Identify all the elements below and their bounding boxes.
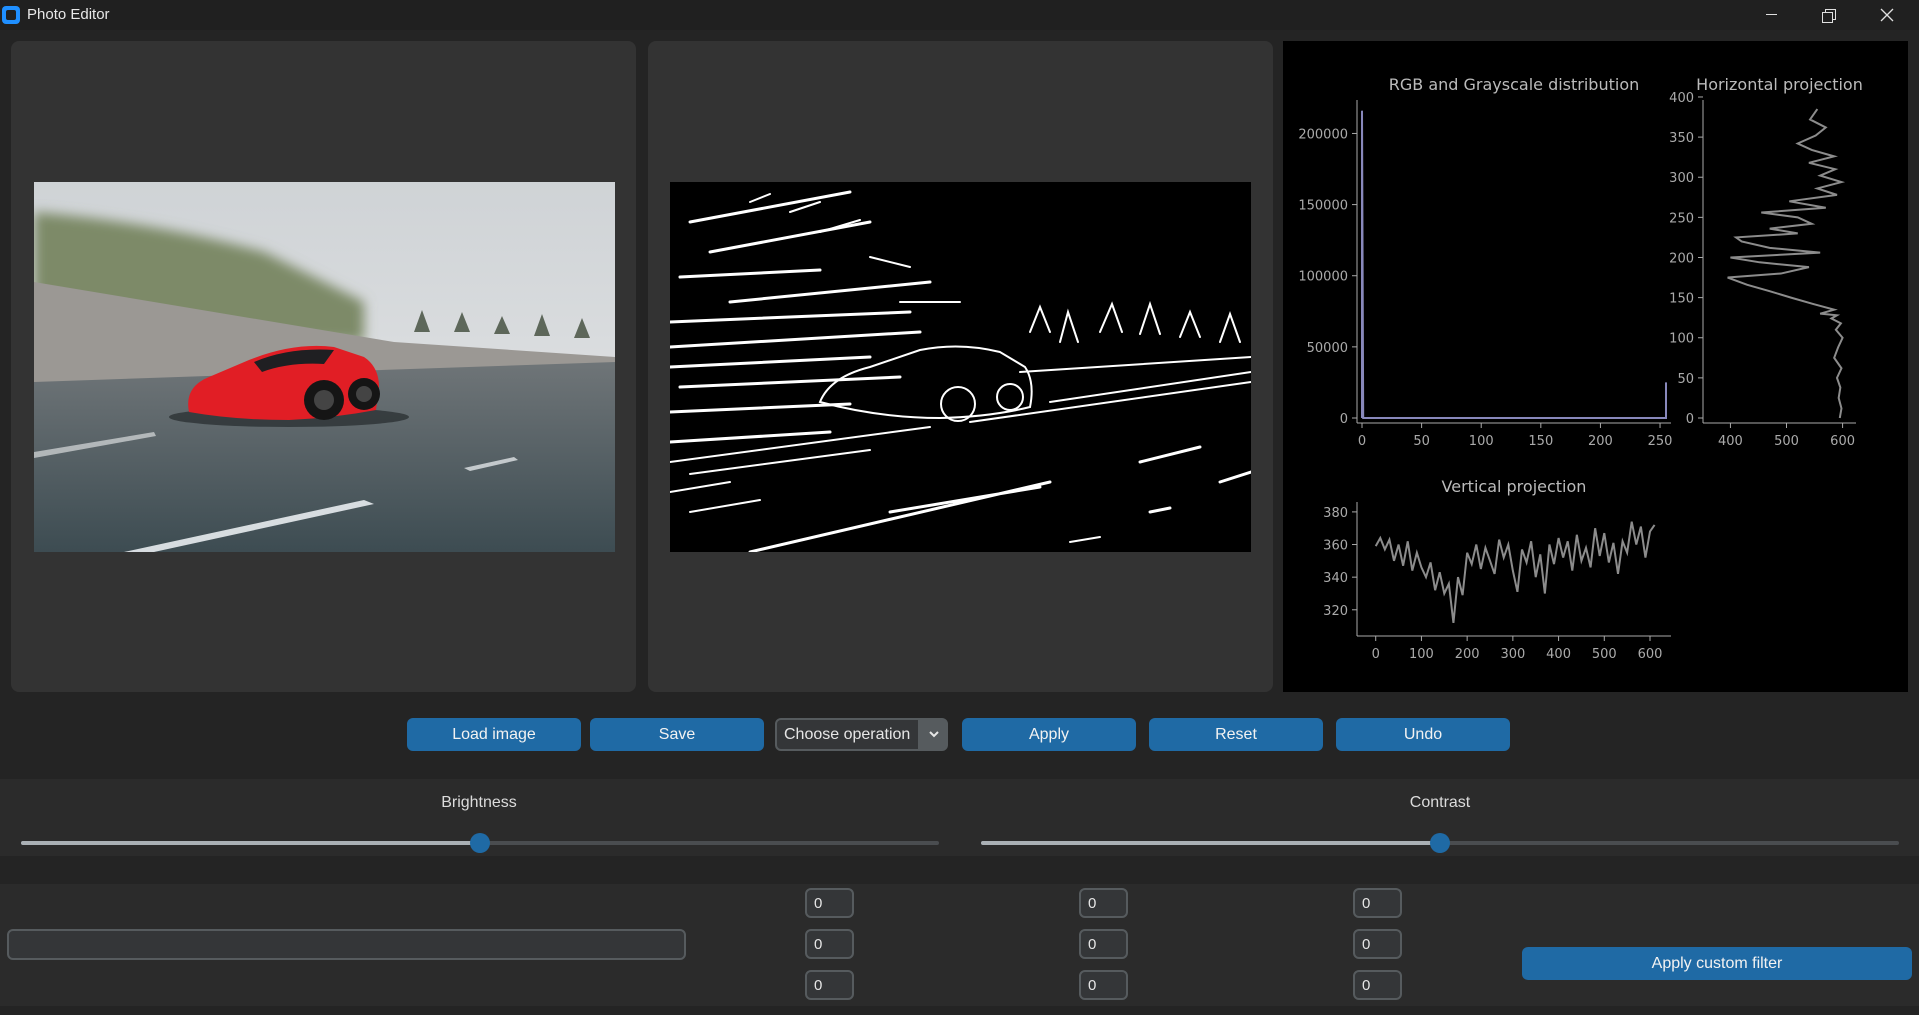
- original-image-panel: [11, 41, 636, 692]
- y-tick-label: 50000: [1307, 341, 1348, 356]
- kernel-input-r3c3[interactable]: 0: [1353, 970, 1402, 1000]
- save-button[interactable]: Save: [590, 718, 764, 751]
- apply-button[interactable]: Apply: [962, 718, 1136, 751]
- y-tick-label: 150: [1669, 292, 1694, 307]
- y-tick-label: 0: [1686, 412, 1694, 427]
- kernel-input-r2c2[interactable]: 0: [1079, 929, 1128, 959]
- x-tick-label: 500: [1592, 647, 1617, 662]
- kernel-input-r3c2[interactable]: 0: [1079, 970, 1128, 1000]
- series-line-0: [1374, 521, 1656, 623]
- kernel-input-r2c3[interactable]: 0: [1353, 929, 1402, 959]
- series-line-0: [1727, 108, 1846, 419]
- brightness-slider-fill: [21, 841, 480, 845]
- x-tick-label: 0: [1372, 647, 1380, 662]
- x-tick-label: 250: [1648, 434, 1673, 449]
- chart-1: Horizontal projection400 500 6000501001502…: [1669, 75, 1863, 449]
- adjustments-frame: Brightness Contrast: [0, 779, 1919, 856]
- y-tick-label: 340: [1323, 571, 1348, 586]
- x-tick-label: 600: [1638, 647, 1663, 662]
- x-tick-label: 400: [1546, 647, 1571, 662]
- chart-title: RGB and Grayscale distribution: [1389, 75, 1640, 94]
- y-tick-label: 50: [1677, 372, 1694, 387]
- kernel-input-r1c3[interactable]: 0: [1353, 888, 1402, 918]
- y-tick-label: 250: [1669, 211, 1694, 226]
- kernel-input-r1c1[interactable]: 0: [805, 888, 854, 918]
- y-tick-label: 200000: [1298, 127, 1348, 142]
- reset-button[interactable]: Reset: [1149, 718, 1323, 751]
- x-tick-label: 100: [1409, 647, 1434, 662]
- y-tick-label: 0: [1340, 412, 1348, 427]
- y-tick-label: 350: [1669, 131, 1694, 146]
- load-image-button[interactable]: Load image: [407, 718, 581, 751]
- analysis-plots: RGB and Grayscale distribution 0 50 100 150 2…: [1283, 41, 1908, 692]
- x-tick-label: 150: [1528, 434, 1553, 449]
- y-tick-label: 150000: [1298, 199, 1348, 214]
- chevron-down-icon[interactable]: [928, 728, 940, 740]
- contrast-label: Contrast: [1409, 794, 1471, 811]
- y-tick-label: 400: [1669, 91, 1694, 106]
- brightness-label: Brightness: [441, 794, 517, 811]
- x-tick-label: 100: [1469, 434, 1494, 449]
- x-tick-label: 50: [1413, 434, 1430, 449]
- x-tick-label: 200: [1455, 647, 1480, 662]
- x-tick-label: 500: [1774, 434, 1799, 449]
- x-tick-label: 400: [1718, 434, 1743, 449]
- maximize-icon[interactable]: [1806, 0, 1852, 30]
- y-tick-label: 320: [1323, 604, 1348, 619]
- operation-select-field[interactable]: Choose operation: [777, 720, 918, 749]
- chart-title: Horizontal projection: [1696, 75, 1863, 94]
- brightness-slider-handle[interactable]: [470, 833, 490, 853]
- y-tick-label: 360: [1323, 539, 1348, 554]
- operation-select[interactable]: Choose operation: [775, 718, 948, 751]
- operation-select-value: Choose operation: [784, 726, 911, 743]
- title-bar: Photo Editor: [0, 0, 1919, 30]
- y-tick-label: 300: [1669, 171, 1694, 186]
- processed-image-panel: [648, 41, 1273, 692]
- chart-2: Vertical projection 0 100 200 300 400 500 600 32…: [1323, 477, 1671, 662]
- x-tick-label: 600: [1830, 434, 1855, 449]
- y-tick-label: 380: [1323, 506, 1348, 521]
- undo-button[interactable]: Undo: [1336, 718, 1510, 751]
- minimize-icon[interactable]: [1748, 0, 1794, 30]
- y-tick-label: 100000: [1298, 270, 1348, 285]
- original-image: [34, 182, 615, 552]
- chart-0: RGB and Grayscale distribution 0 50 100 150 2…: [1298, 75, 1672, 449]
- x-tick-label: 200: [1588, 434, 1613, 449]
- kernel-input-r1c2[interactable]: 0: [1079, 888, 1128, 918]
- kernel-input-r3c1[interactable]: 0: [805, 970, 854, 1000]
- apply-custom-filter-button[interactable]: Apply custom filter: [1522, 947, 1912, 980]
- close-icon[interactable]: [1864, 0, 1910, 30]
- series-line-0: [1361, 110, 1667, 419]
- chart-title: Vertical projection: [1442, 477, 1587, 496]
- window-title: Photo Editor: [27, 6, 110, 23]
- x-tick-label: 0: [1358, 434, 1366, 449]
- contrast-slider-handle[interactable]: [1430, 833, 1450, 853]
- contrast-slider-fill: [981, 841, 1440, 845]
- y-tick-label: 100: [1669, 332, 1694, 347]
- app-icon: [2, 6, 20, 24]
- filter-text-input[interactable]: [7, 929, 686, 960]
- kernel-input-r2c1[interactable]: 0: [805, 929, 854, 959]
- x-tick-label: 300: [1500, 647, 1525, 662]
- processed-image: [670, 182, 1251, 552]
- y-tick-label: 200: [1669, 251, 1694, 266]
